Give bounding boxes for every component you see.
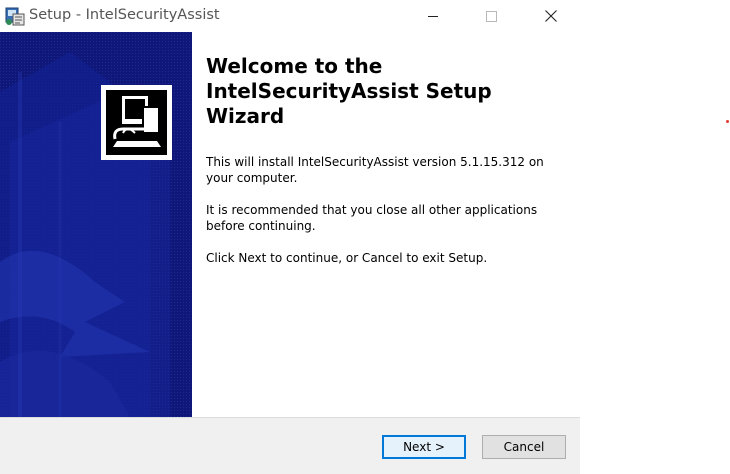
recommendation-text: It is recommended that you close all oth… [206, 203, 538, 233]
installer-computer-icon [106, 90, 167, 155]
installer-logo [101, 85, 172, 160]
welcome-heading: Welcome to the IntelSecurityAssist Setup… [206, 54, 492, 128]
minimize-icon [428, 15, 438, 17]
desktop-dot [726, 120, 729, 123]
cancel-button[interactable]: Cancel [482, 435, 566, 459]
close-button[interactable] [522, 0, 580, 32]
minimize-button[interactable] [404, 0, 462, 32]
close-icon [545, 10, 557, 22]
maximize-icon [485, 10, 497, 22]
setup-app-icon [4, 5, 26, 27]
install-info-text: This will install IntelSecurityAssist ve… [206, 155, 544, 185]
title-bar[interactable]: Setup - IntelSecurityAssist [0, 0, 580, 32]
instruction-text: Click Next to continue, or Cancel to exi… [206, 251, 488, 265]
window-title: Setup - IntelSecurityAssist [29, 7, 220, 23]
wizard-side-image [0, 32, 192, 417]
wizard-footer: Next > Cancel [0, 417, 580, 474]
maximize-button[interactable] [462, 0, 520, 32]
next-button[interactable]: Next > [382, 435, 466, 459]
setup-wizard-window: Setup - IntelSecurityAssist Welcome to t… [0, 0, 580, 474]
wizard-content: Welcome to the IntelSecurityAssist Setup… [192, 32, 580, 417]
